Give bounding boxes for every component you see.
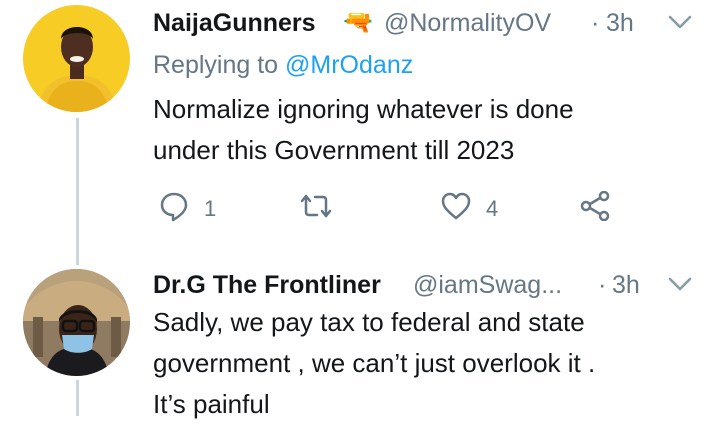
tweet-time[interactable]: 3h xyxy=(606,9,634,38)
reply-count: 1 xyxy=(204,195,217,221)
reply-button[interactable]: 1 xyxy=(158,190,216,227)
tweet-display-name[interactable]: Dr.G The Frontliner xyxy=(153,271,381,300)
tweet-separator: · xyxy=(598,271,607,299)
reply-mention-link[interactable]: @MrOdanz xyxy=(285,51,413,79)
replying-to: Replying to @MrOdanz xyxy=(153,51,413,80)
retweet-button[interactable] xyxy=(298,192,348,225)
tweet-text-line: government , we can’t just overlook it . xyxy=(153,348,596,378)
share-button[interactable] xyxy=(580,190,612,226)
tweet-handle[interactable]: @iamSwag... xyxy=(413,271,562,300)
tweet-time[interactable]: 3h xyxy=(612,271,640,300)
avatar-drg[interactable] xyxy=(23,269,130,376)
like-count: 4 xyxy=(486,195,499,221)
thread-line-top xyxy=(76,118,79,265)
tweet-text-line: under this Government till 2023 xyxy=(153,135,515,165)
chevron-down-icon[interactable] xyxy=(668,276,692,297)
chevron-down-icon[interactable] xyxy=(668,14,692,35)
share-icon xyxy=(580,190,612,226)
like-button[interactable]: 4 xyxy=(440,191,498,226)
tweet-text: Normalize ignoring whatever is done unde… xyxy=(153,89,574,171)
thread-line-bottom xyxy=(76,380,79,416)
tweet-text: Sadly, we pay tax to federal and state g… xyxy=(153,302,595,425)
tweet-text-line: It’s painful xyxy=(153,389,270,419)
replying-to-label: Replying to xyxy=(153,51,279,79)
tweet-separator: · xyxy=(591,9,600,37)
tweet-display-name[interactable]: NaijaGunners xyxy=(153,9,316,38)
pistol-emoji: 🔫 xyxy=(343,9,373,36)
tweet-text-line: Sadly, we pay tax to federal and state xyxy=(153,307,585,337)
tweet-text-line: Normalize ignoring whatever is done xyxy=(153,94,574,124)
like-icon xyxy=(440,191,472,226)
retweet-icon xyxy=(298,192,334,225)
avatar-naijagunners[interactable] xyxy=(23,5,130,112)
reply-icon xyxy=(158,190,190,227)
tweet-handle[interactable]: @NormalityOV xyxy=(384,9,551,38)
